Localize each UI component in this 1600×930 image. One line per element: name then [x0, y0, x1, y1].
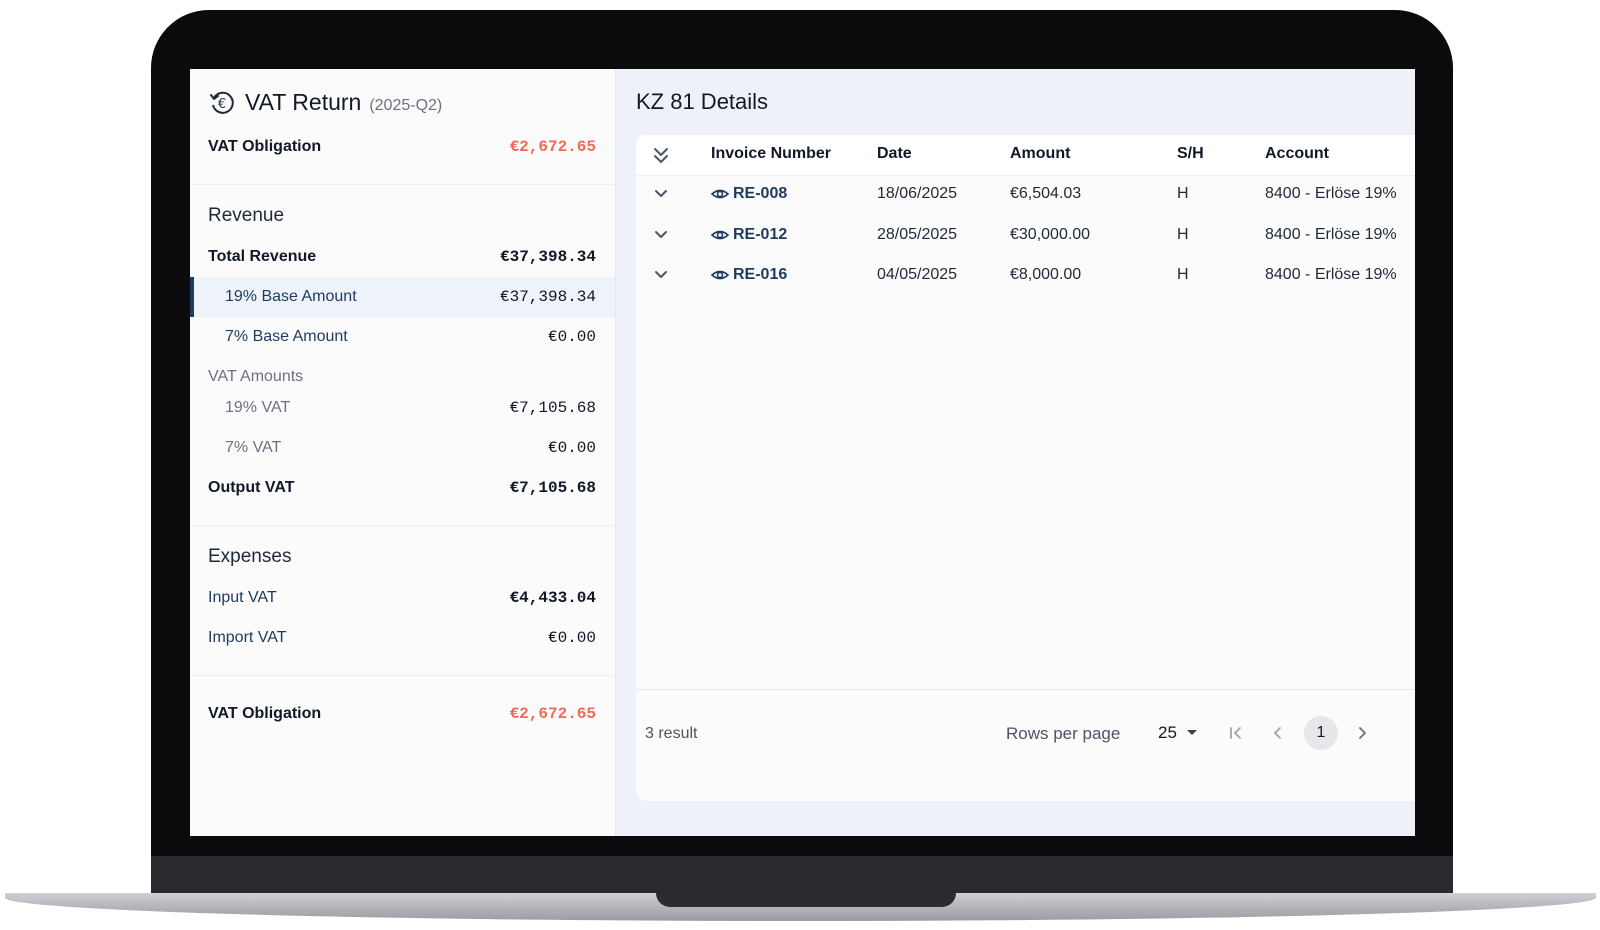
invoice-link[interactable]: RE-008 [733, 185, 787, 203]
vat-amounts-label: VAT Amounts [208, 368, 304, 385]
column-header-sh[interactable]: S/H [1177, 145, 1204, 163]
column-header-amount[interactable]: Amount [1010, 145, 1070, 163]
page-title-text: VAT Return [245, 89, 362, 115]
details-title: KZ 81 Details [636, 89, 769, 114]
app-screen: € VAT Return (2025-Q2) VAT Obligation €2,… [190, 69, 1415, 836]
invoice-amount: €6,504.03 [1010, 185, 1082, 202]
output-vat-label: Output VAT [208, 479, 295, 496]
vat19-value: €7,105.68 [509, 399, 596, 417]
details-table-card: Invoice Number Date Amount S/H Account R… [636, 135, 1415, 801]
page-button-current[interactable]: 1 [1304, 716, 1338, 750]
divider [190, 525, 615, 526]
base7-value: €0.00 [547, 328, 596, 346]
euro-refresh-icon: € [210, 91, 234, 114]
rows-per-page-value: 25 [1158, 723, 1177, 742]
laptop-notch [656, 893, 956, 907]
eye-icon[interactable] [711, 186, 729, 202]
input-vat-value: €4,433.04 [509, 589, 596, 607]
invoice-account: 8400 - Erlöse 19% [1265, 185, 1397, 202]
output-vat-value: €7,105.68 [509, 479, 596, 497]
total-revenue-value: €37,398.34 [499, 248, 596, 266]
footer-obligation-label: VAT Obligation [208, 705, 322, 722]
vat-obligation-label: VAT Obligation [208, 138, 322, 155]
double-chevron-down-icon[interactable] [652, 146, 670, 166]
divider [190, 184, 615, 185]
first-page-icon[interactable] [1228, 725, 1244, 741]
page-title: VAT Return (2025-Q2) [245, 89, 442, 116]
invoice-date: 04/05/2025 [877, 266, 958, 283]
details-panel: KZ 81 Details Invoice Number Date Amount… [616, 69, 1415, 836]
table-header: Invoice Number Date Amount S/H Account [636, 135, 1415, 176]
chevron-left-icon[interactable] [1270, 725, 1286, 741]
import-vat-label[interactable]: Import VAT [208, 629, 287, 647]
caret-down-icon [1186, 730, 1197, 735]
chevron-down-icon[interactable] [653, 267, 669, 283]
laptop-hinge [151, 856, 1453, 896]
invoice-amount: €8,000.00 [1010, 266, 1082, 283]
invoice-amount: €30,000.00 [1010, 226, 1091, 243]
invoice-sh: H [1177, 226, 1189, 243]
svg-text:€: € [218, 97, 226, 112]
base19-value: €37,398.34 [499, 288, 596, 306]
invoice-account: 8400 - Erlöse 19% [1265, 266, 1397, 283]
expenses-heading: Expenses [208, 546, 292, 567]
base7-label[interactable]: 7% Base Amount [225, 328, 348, 346]
revenue-heading: Revenue [208, 205, 285, 226]
invoice-link[interactable]: RE-016 [733, 266, 787, 284]
chevron-right-icon[interactable] [1354, 725, 1370, 741]
eye-icon[interactable] [711, 227, 729, 243]
vat19-label: 19% VAT [225, 399, 291, 416]
invoice-date: 18/06/2025 [877, 185, 958, 202]
input-vat-label[interactable]: Input VAT [208, 589, 277, 607]
invoice-account: 8400 - Erlöse 19% [1265, 226, 1397, 243]
footer-obligation-value: €2,672.65 [509, 705, 596, 723]
vat-obligation-value: €2,672.65 [509, 138, 596, 156]
invoice-sh: H [1177, 266, 1189, 283]
divider [190, 675, 615, 676]
period-label: (2025-Q2) [369, 97, 443, 114]
invoice-date: 28/05/2025 [877, 226, 958, 243]
column-header-account[interactable]: Account [1265, 145, 1329, 163]
vat-summary-panel: € VAT Return (2025-Q2) VAT Obligation €2,… [190, 69, 616, 836]
result-count: 3 result [645, 725, 698, 742]
invoice-sh: H [1177, 185, 1189, 202]
vat7-label: 7% VAT [225, 439, 282, 456]
import-vat-value: €0.00 [547, 629, 596, 647]
rows-per-page-label: Rows per page [1006, 724, 1121, 743]
total-revenue-label: Total Revenue [208, 248, 317, 265]
table-footer-divider [636, 689, 1415, 690]
chevron-down-icon[interactable] [653, 227, 669, 243]
rows-per-page-select[interactable]: 25 [1158, 723, 1198, 743]
base19-label[interactable]: 19% Base Amount [225, 288, 357, 306]
invoice-link[interactable]: RE-012 [733, 226, 787, 244]
eye-icon[interactable] [711, 267, 729, 283]
chevron-down-icon[interactable] [653, 186, 669, 202]
column-header-date[interactable]: Date [877, 145, 912, 163]
vat7-value: €0.00 [547, 439, 596, 457]
column-header-invoice[interactable]: Invoice Number [711, 145, 831, 163]
